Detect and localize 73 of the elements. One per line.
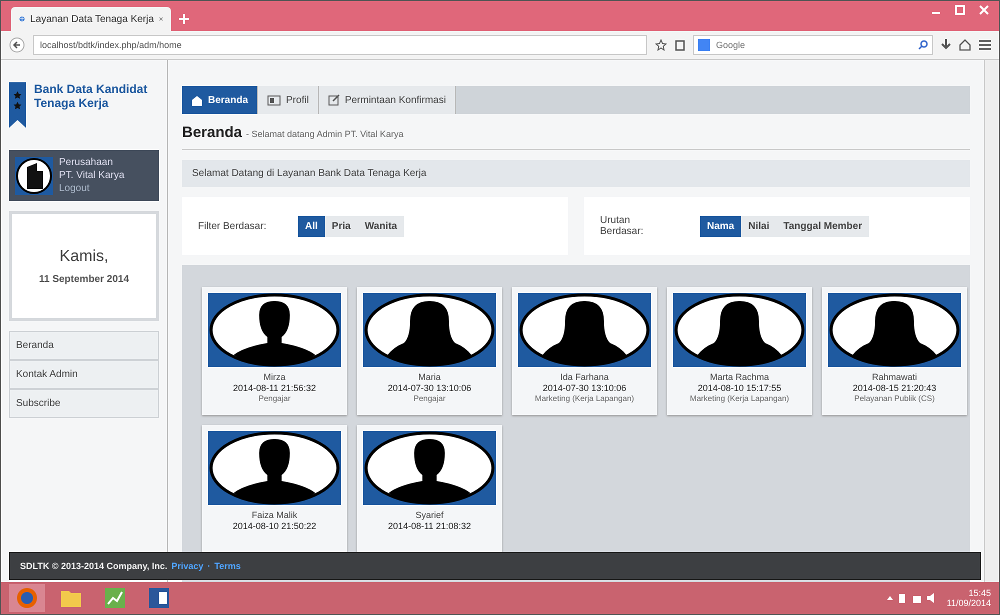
date-text: 11 September 2014 — [38, 274, 130, 284]
candidate-name: Faiza Malik — [252, 510, 298, 520]
id-card-icon — [267, 94, 282, 106]
sort-option[interactable]: Nama — [700, 216, 742, 236]
home-icon — [191, 94, 203, 106]
sidebar-item[interactable]: Subscribe — [9, 389, 159, 418]
scrollbar[interactable] — [984, 60, 999, 582]
candidate-name: Rahmawati — [872, 372, 918, 382]
logo-title: Bank Data Kandidat Tenaga Kerja — [34, 82, 148, 110]
candidate-role: Marketing (Kerja Lapangan) — [690, 394, 790, 403]
company-label: Perusahaan — [59, 156, 114, 169]
candidate-role: Pengajar — [413, 394, 446, 403]
new-tab-icon[interactable] — [179, 14, 189, 24]
candidate-date: 2014-08-10 21:50:22 — [232, 521, 316, 531]
building-icon — [15, 156, 53, 194]
candidate-date: 2014-08-15 21:20:43 — [852, 383, 936, 393]
close-icon[interactable] — [979, 5, 989, 15]
candidate-date: 2014-07-30 13:10:06 — [388, 383, 472, 393]
candidate-card[interactable]: Ida Farhana 2014-07-30 13:10:06 Marketing (Kerja Lapangan) — [512, 287, 657, 415]
candidate-name: Marta Rachma — [710, 372, 770, 382]
download-icon[interactable] — [941, 39, 951, 51]
google-icon — [698, 39, 710, 51]
clock-time: 15:45 — [968, 588, 991, 598]
footer-link[interactable]: Terms — [214, 561, 241, 571]
candidate-role: Pengajar — [258, 394, 291, 403]
footer-separator: · — [207, 561, 210, 571]
sort-label: Urutan Berdasar: — [600, 215, 644, 237]
search-field[interactable]: Google — [714, 39, 914, 51]
candidate-card[interactable]: Syarief 2014-08-11 21:08:32 — [357, 425, 502, 553]
footer-text: SDLTK © 2013-2014 Company, Inc. — [20, 561, 168, 571]
page-title: Beranda — [182, 124, 242, 141]
close-icon[interactable] — [158, 15, 163, 23]
filter-label: Filter Berdasar: — [198, 220, 268, 232]
firefox-taskbar-icon[interactable] — [9, 584, 45, 612]
candidate-card[interactable]: Faiza Malik 2014-08-10 21:50:22 — [202, 425, 347, 553]
candidate-date: 2014-08-11 21:08:32 — [388, 521, 471, 531]
candidate-date: 2014-07-30 13:10:06 — [542, 383, 626, 393]
tab-title: Layanan Data Tenaga Kerja — [30, 14, 154, 24]
clock-date: 11/09/2014 — [946, 598, 991, 608]
candidate-name: Syarief — [415, 510, 444, 520]
sidebar-item[interactable]: Kontak Admin — [9, 360, 159, 389]
candidate-role: Pelayanan Publik (CS) — [854, 394, 935, 403]
candidate-name: Mirza — [264, 372, 286, 382]
star-icon[interactable] — [655, 39, 667, 51]
company-name: PT. Vital Karya — [59, 169, 124, 182]
page-subtitle: - Selamat datang Admin PT. Vital Karya — [246, 129, 404, 139]
candidate-card[interactable]: Maria 2014-07-30 13:10:06 Pengajar — [357, 287, 502, 415]
welcome-banner: Selamat Datang di Layanan Bank Data Tenaga Kerja — [182, 160, 970, 187]
candidate-card[interactable]: Rahmawati 2014-08-15 21:20:43 Pelayanan Publik (CS) — [822, 287, 967, 415]
nav-tab[interactable]: Profil — [258, 86, 319, 114]
nav-tab[interactable]: Permintaan Konfirmasi — [318, 86, 456, 114]
edit-icon — [328, 94, 340, 106]
menu-icon[interactable] — [979, 40, 991, 50]
filter-option[interactable]: All — [298, 216, 325, 236]
logout-link[interactable]: Logout — [59, 182, 124, 195]
candidate-name: Maria — [418, 372, 441, 382]
candidate-card[interactable]: Mirza 2014-08-11 21:56:32 Pengajar — [202, 287, 347, 415]
footer-link[interactable]: Privacy — [171, 561, 204, 571]
candidate-card[interactable]: Marta Rachma 2014-08-10 15:17:55 Marketing (Kerja Lapangan) — [667, 287, 812, 415]
candidate-name: Ida Farhana — [560, 372, 609, 382]
maximize-icon[interactable] — [955, 5, 965, 15]
nav-tab[interactable]: Beranda — [182, 86, 258, 114]
day-text: Kamis, — [60, 248, 108, 266]
candidate-date: 2014-08-10 15:17:55 — [698, 383, 782, 393]
search-icon[interactable] — [918, 40, 928, 50]
search-box[interactable]: Google — [693, 35, 933, 55]
back-icon[interactable] — [9, 37, 25, 53]
home-icon[interactable] — [959, 39, 971, 51]
browser-tab[interactable]: Layanan Data Tenaga Kerja — [11, 7, 171, 31]
candidate-role: Marketing (Kerja Lapangan) — [534, 394, 634, 403]
address-bar[interactable]: localhost/bdtk/index.php/adm/home — [33, 35, 647, 55]
candidate-date: 2014-08-11 21:56:32 — [233, 383, 316, 393]
sidebar-item[interactable]: Beranda — [9, 331, 159, 360]
